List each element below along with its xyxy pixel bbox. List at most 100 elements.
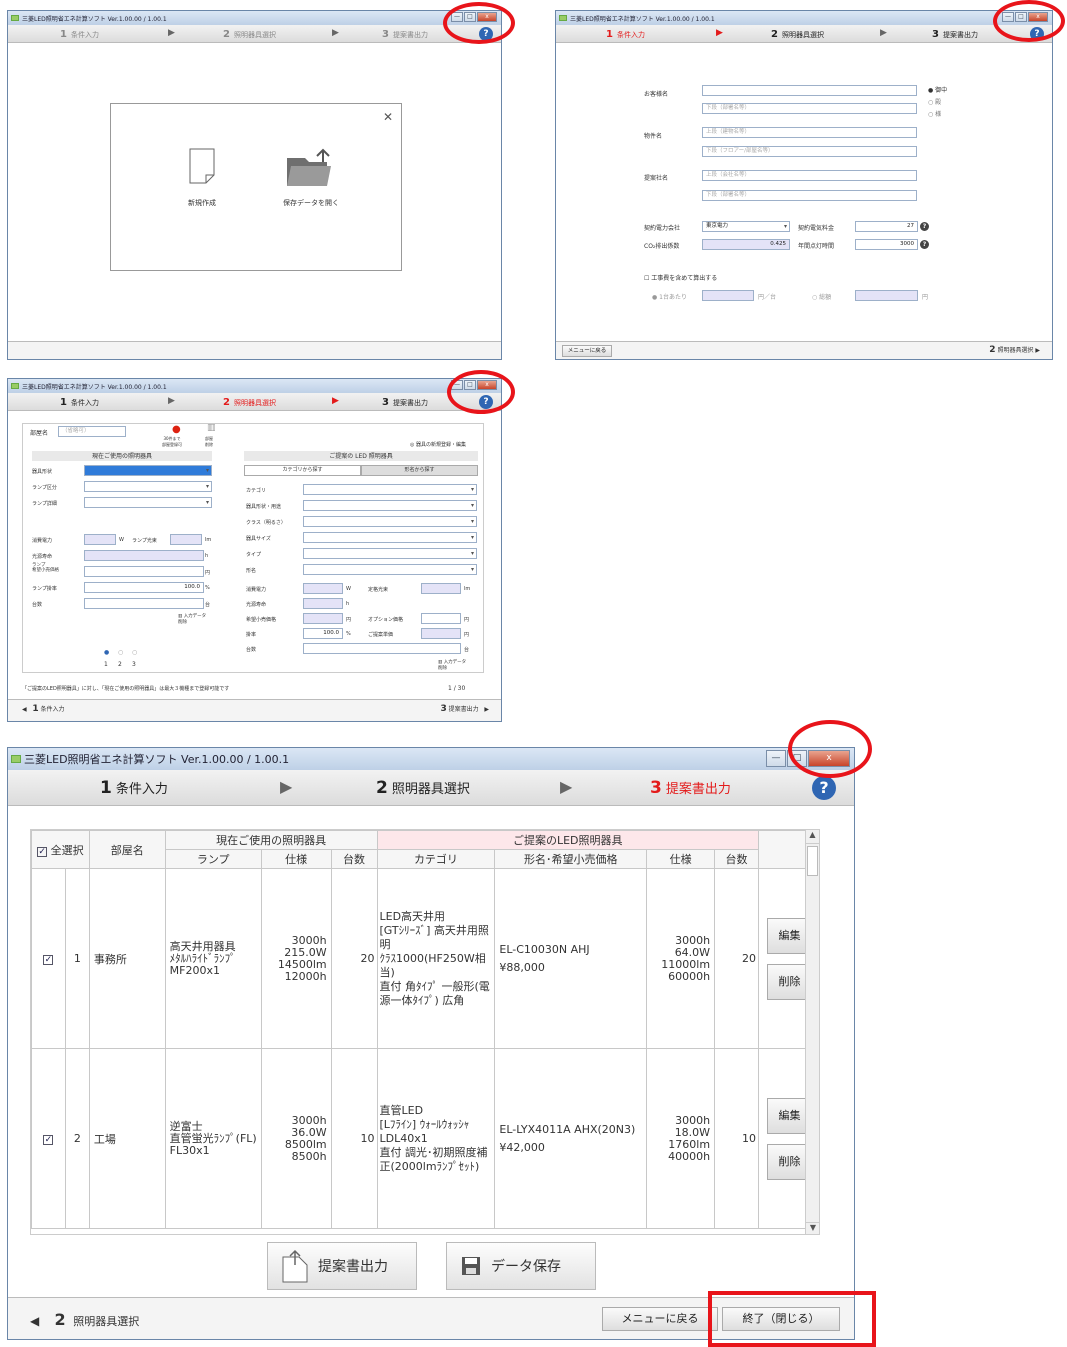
row-room: 事務所 bbox=[88, 868, 166, 1049]
step-3[interactable]: 3 提案書出力 bbox=[650, 778, 731, 798]
new-file-button[interactable]: 新規作成 bbox=[177, 148, 227, 208]
step-3[interactable]: 3 提案書出力 bbox=[932, 29, 978, 40]
page-radio-3[interactable]: ○ bbox=[132, 649, 137, 656]
fixture-register-link[interactable]: ◎ 器具の新規登録・編集 bbox=[410, 441, 466, 448]
lamp-detail-select[interactable] bbox=[84, 497, 212, 508]
construct-checkbox[interactable]: ☐ 工事費を含めて算出する bbox=[644, 273, 717, 282]
open-file-button[interactable]: 保存データを開く bbox=[271, 148, 351, 208]
lamp-type-select[interactable] bbox=[84, 481, 212, 492]
scroll-thumb[interactable] bbox=[807, 846, 818, 876]
r-price-input[interactable] bbox=[303, 613, 343, 624]
step-bar: 1 条件入力 ▶ 2 照明器具選択 ▶ 3 提案書出力 ? bbox=[8, 25, 501, 43]
model-select[interactable] bbox=[303, 564, 477, 575]
room-column-header: 部屋名 bbox=[88, 830, 166, 869]
power-input[interactable] bbox=[84, 534, 116, 545]
output-proposal-label: 提案書出力 bbox=[318, 1259, 388, 1275]
save-data-button[interactable]: データ保存 bbox=[446, 1242, 596, 1290]
minimize-button[interactable]: — bbox=[766, 750, 786, 767]
arrow-icon: ▶ bbox=[560, 777, 573, 796]
customer-label: お客様名 bbox=[644, 91, 669, 98]
prev-step-link[interactable]: ◀ 1 条件入力 bbox=[22, 704, 65, 714]
clear-right-button[interactable]: ▥ 入力データ 削除 bbox=[438, 659, 466, 671]
scroll-down-icon[interactable]: ▼ bbox=[806, 1222, 819, 1234]
count-input[interactable] bbox=[84, 598, 204, 609]
per-unit-input[interactable] bbox=[702, 290, 754, 301]
honorific-dono[interactable]: ○ 殿 bbox=[928, 97, 941, 106]
tab-category[interactable]: カテゴリから探す bbox=[244, 465, 361, 476]
step-2[interactable]: 2 照明器具選択 bbox=[376, 778, 470, 798]
dialog-close-icon[interactable]: ✕ bbox=[383, 110, 393, 124]
property-lower-input[interactable]: 下段（フロアー/部屋名等） bbox=[702, 146, 917, 157]
floppy-disk-icon bbox=[462, 1257, 480, 1275]
row-checkbox[interactable]: ✓ bbox=[43, 955, 54, 965]
step-bar: 1 条件入力 ▶ 2 照明器具選択 ▶ 3 提案書出力 ? bbox=[556, 25, 1052, 43]
per-unit-radio[interactable]: ● 1台あたり bbox=[652, 292, 687, 301]
vertical-scrollbar[interactable]: ▲ ▼ bbox=[805, 830, 819, 1234]
shape-use-select[interactable] bbox=[303, 500, 477, 511]
back-step-link[interactable]: ◀ 2 照明器具選択 bbox=[30, 1310, 139, 1329]
step-2[interactable]: 2 照明器具選択 bbox=[771, 29, 824, 40]
next-step-link[interactable]: 3 提案書出力 ▶ bbox=[440, 704, 489, 714]
page-radio-2[interactable]: ○ bbox=[118, 649, 123, 656]
step-3[interactable]: 3 提案書出力 bbox=[382, 397, 428, 408]
hours-help-icon[interactable]: ? bbox=[920, 240, 929, 249]
page-radio-1[interactable]: ● bbox=[104, 649, 109, 656]
r-opt-input[interactable] bbox=[421, 613, 461, 624]
category-select[interactable] bbox=[303, 484, 477, 495]
clear-left-button[interactable]: ▥ 入力データ 削除 bbox=[178, 613, 206, 625]
type-select[interactable] bbox=[303, 548, 477, 559]
row-checkbox[interactable]: ✓ bbox=[43, 1135, 54, 1145]
menu-button[interactable]: メニューに戻る bbox=[562, 345, 612, 357]
add-room-label: 30件まで 部屋登録可 bbox=[162, 436, 182, 447]
r-flux-label: 定格光束 bbox=[368, 587, 389, 593]
lamp-price-input[interactable] bbox=[84, 566, 204, 577]
room-input[interactable]: （省略可） bbox=[58, 426, 126, 437]
hours-input[interactable]: 3000 bbox=[855, 239, 918, 250]
help-icon[interactable]: ? bbox=[812, 776, 836, 800]
step-1[interactable]: 1 条件入力 bbox=[606, 29, 645, 40]
power-company-select[interactable]: 東京電力 bbox=[702, 221, 790, 232]
step-2[interactable]: 2 照明器具選択 bbox=[223, 397, 276, 408]
rate-input[interactable]: 27 bbox=[855, 221, 918, 232]
menu-button[interactable]: メニューに戻る bbox=[602, 1307, 718, 1331]
delete-room-label: 部屋 削除 bbox=[205, 436, 213, 447]
select-all-header[interactable]: ✓ 全選択 bbox=[31, 830, 90, 869]
rate-help-icon[interactable]: ? bbox=[920, 222, 929, 231]
trash-icon[interactable]: ▥ bbox=[207, 423, 216, 433]
honorific-sama[interactable]: ○ 様 bbox=[928, 109, 941, 118]
company-upper-input[interactable]: 上段（会社名等） bbox=[702, 170, 917, 181]
class-select[interactable] bbox=[303, 516, 477, 527]
step-1[interactable]: 1 条件入力 bbox=[100, 778, 168, 798]
add-room-icon[interactable]: ● bbox=[172, 424, 181, 435]
company-lower-input[interactable]: 下段（部署名等） bbox=[702, 190, 917, 201]
output-proposal-button[interactable]: 提案書出力 bbox=[267, 1242, 417, 1290]
row-spec: 3000h 215.0W 14500lm 12000h bbox=[260, 868, 332, 1049]
select-all-checkbox[interactable]: ✓ bbox=[37, 846, 48, 857]
co2-label: CO₂排出係数 bbox=[644, 243, 680, 250]
r-unit-input[interactable] bbox=[421, 628, 461, 639]
r-life-input[interactable] bbox=[303, 598, 343, 609]
total-input[interactable] bbox=[855, 290, 918, 301]
r-power-input[interactable] bbox=[303, 583, 343, 594]
next-step-link[interactable]: 2 照明器具選択 ▶ bbox=[989, 345, 1040, 355]
customer-lower-input[interactable]: 下段（部署名等） bbox=[702, 103, 917, 114]
r-flux-input[interactable] bbox=[421, 583, 461, 594]
customer-input[interactable] bbox=[702, 85, 917, 96]
honorific-onchu[interactable]: ● 御中 bbox=[928, 85, 947, 94]
property-upper-input[interactable]: 上段（建物名等） bbox=[702, 127, 917, 138]
step-1[interactable]: 1 条件入力 bbox=[60, 397, 99, 408]
factor-input[interactable]: 100.0 bbox=[84, 582, 204, 593]
flux-input[interactable] bbox=[170, 534, 202, 545]
start-dialog: ✕ 新規作成 保存データを開く bbox=[110, 103, 402, 271]
life-input[interactable] bbox=[84, 550, 204, 561]
r-count-input[interactable] bbox=[303, 643, 461, 654]
co2-input[interactable]: 0.425 bbox=[702, 239, 790, 250]
right-label-4: タイプ bbox=[246, 552, 262, 558]
tab-model[interactable]: 形名から探す bbox=[361, 465, 478, 476]
size-select[interactable] bbox=[303, 532, 477, 543]
total-radio[interactable]: ○ 総額 bbox=[812, 292, 831, 301]
r-factor-input[interactable]: 100.0 bbox=[303, 628, 343, 639]
scroll-up-icon[interactable]: ▲ bbox=[806, 830, 819, 844]
fixture-shape-select[interactable] bbox=[84, 465, 212, 476]
footer: メニューに戻る 2 照明器具選択 ▶ bbox=[556, 341, 1052, 359]
